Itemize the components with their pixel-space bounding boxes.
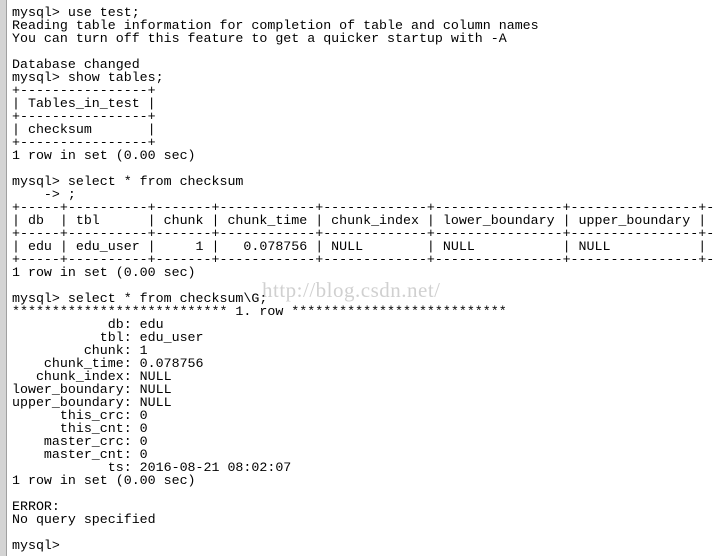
terminal-line: tbl: edu_user (12, 331, 204, 344)
terminal-line: db: edu (12, 318, 164, 331)
terminal-line: mysql> show tables; (12, 71, 164, 84)
terminal-line: 1 row in set (0.00 sec) (12, 149, 196, 162)
terminal-line: mysql> (12, 539, 68, 552)
terminal-line: Database changed (12, 58, 140, 71)
terminal-line: You can turn off this feature to get a q… (12, 32, 507, 45)
terminal-line: mysql> select * from checksum (12, 175, 244, 188)
terminal-line: chunk_index: NULL (12, 370, 172, 383)
terminal-line: chunk_time: 0.078756 (12, 357, 204, 370)
terminal-line: +----------------+ (12, 84, 156, 97)
terminal-line: master_cnt: 0 (12, 448, 148, 461)
terminal-line: upper_boundary: NULL (12, 396, 172, 409)
terminal-line: chunk: 1 (12, 344, 148, 357)
terminal-line: -> ; (12, 188, 76, 201)
terminal-line: *************************** 1. row *****… (12, 305, 507, 318)
terminal-line: +-----+----------+-------+------------+-… (12, 201, 715, 214)
terminal-output[interactable]: mysql> use test; Reading table informatio… (12, 6, 716, 552)
terminal-line: master_crc: 0 (12, 435, 148, 448)
terminal-line: mysql> select * from checksum\G; (12, 292, 268, 305)
terminal-line: No query specified (12, 513, 156, 526)
terminal-line: ts: 2016-08-21 08:02:07 (12, 461, 292, 474)
terminal-line: lower_boundary: NULL (12, 383, 172, 396)
terminal-line: this_crc: 0 (12, 409, 148, 422)
terminal-line: +-----+----------+-------+------------+-… (12, 227, 715, 240)
terminal-line: mysql> use test; (12, 6, 140, 19)
terminal-line: 1 row in set (0.00 sec) (12, 266, 196, 279)
terminal-line: +-----+----------+-------+------------+-… (12, 253, 715, 266)
terminal-line: +----------------+ (12, 110, 156, 123)
window-left-border (0, 0, 7, 556)
terminal-line: | db | tbl | chunk | chunk_time | chunk_… (12, 214, 707, 227)
terminal-line: 1 row in set (0.00 sec) (12, 474, 196, 487)
terminal-line: | checksum | (12, 123, 156, 136)
terminal-line: +----------------+ (12, 136, 156, 149)
terminal-line: this_cnt: 0 (12, 422, 148, 435)
terminal-line: | edu | edu_user | 1 | 0.078756 | NULL |… (12, 240, 707, 253)
terminal-line: Reading table information for completion… (12, 19, 539, 32)
terminal-line: | Tables_in_test | (12, 97, 156, 110)
terminal-line: ERROR: (12, 500, 60, 513)
